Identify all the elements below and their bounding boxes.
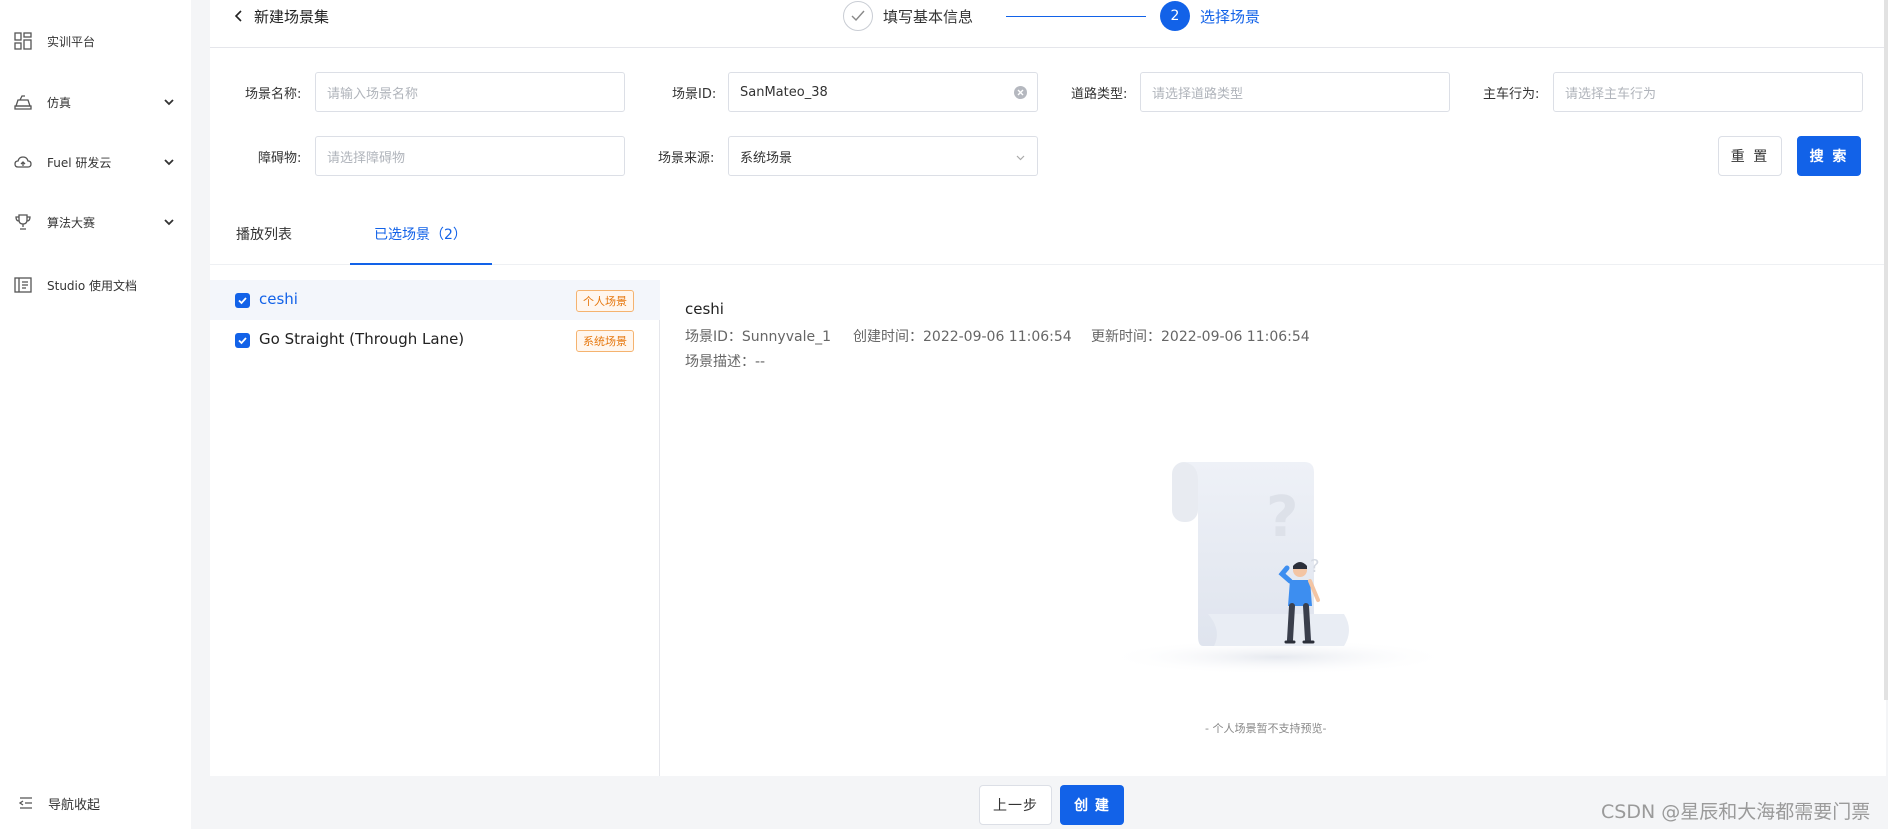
scene-name-label: 场景名称: — [245, 87, 302, 102]
scene-source-value: 系统场景 — [740, 150, 793, 166]
clear-icon[interactable] — [1014, 86, 1027, 99]
checkbox[interactable] — [235, 293, 250, 308]
step-2-marker: 2 — [1160, 1, 1190, 31]
selected-scene-list: ceshi 个人场景 Go Straight (Through Lane) 系统… — [210, 280, 660, 776]
scene-source-select[interactable]: 系统场景 — [728, 136, 1038, 176]
main-panel: 新建场景集 填写基本信息 2 选择场景 场景名称: 请输入场景名称 场景ID: … — [210, 0, 1886, 776]
tab-playlist[interactable]: 播放列表 — [236, 224, 292, 244]
watermark: CSDN @星辰和大海都需要门票 — [1601, 801, 1871, 823]
chevron-down-icon — [164, 99, 174, 106]
scene-name-input[interactable]: 请输入场景名称 — [315, 72, 625, 112]
chevron-down-icon — [164, 219, 174, 226]
step-1-label: 填写基本信息 — [883, 8, 974, 26]
tab-active-indicator — [350, 263, 492, 265]
sidebar-item-label: Studio 使用文档 — [47, 278, 138, 293]
sidebar-item-contest[interactable]: 算法大赛 — [0, 202, 191, 242]
checkbox[interactable] — [235, 333, 250, 348]
list-item[interactable]: ceshi 个人场景 — [210, 280, 660, 320]
document-icon — [14, 277, 32, 293]
sidebar-item-label: Fuel 研发云 — [47, 155, 112, 170]
search-button[interactable]: 搜 索 — [1797, 136, 1861, 176]
prev-step-button[interactable]: 上一步 — [979, 785, 1052, 825]
scene-name: Go Straight (Through Lane) — [259, 330, 465, 348]
detail-description: 场景描述：-- — [685, 354, 766, 370]
detail-created-time: 创建时间：2022-09-06 11:06:54 — [853, 329, 1072, 345]
list-item[interactable]: Go Straight (Through Lane) 系统场景 — [210, 320, 660, 360]
collapse-menu-icon — [18, 797, 32, 809]
empty-state-text: - 个人场景暂不支持预览- — [1205, 722, 1327, 735]
sidebar-item-simulation[interactable]: 仿真 — [0, 82, 191, 122]
road-type-select[interactable]: 请选择道路类型 — [1140, 72, 1450, 112]
back-button[interactable]: 新建场景集 — [232, 4, 329, 28]
tab-selected-scenes[interactable]: 已选场景（2） — [374, 224, 467, 244]
scene-type-tag: 系统场景 — [576, 330, 634, 352]
detail-updated-time: 更新时间：2022-09-06 11:06:54 — [1091, 329, 1310, 345]
page-header: 新建场景集 填写基本信息 2 选择场景 — [210, 0, 1886, 48]
scene-id-label: 场景ID: — [672, 87, 717, 102]
trophy-icon — [15, 214, 31, 230]
ego-behavior-label: 主车行为: — [1483, 87, 1540, 102]
sidebar-item-label: 算法大赛 — [47, 215, 96, 230]
collapse-nav-button[interactable]: 导航收起 — [0, 783, 191, 823]
collapse-nav-label: 导航收起 — [48, 797, 101, 813]
scrollbar[interactable] — [1884, 0, 1888, 700]
step-connector — [1006, 16, 1146, 17]
chevron-down-icon — [164, 159, 174, 166]
svg-text:?: ? — [1310, 556, 1320, 577]
ego-behavior-select[interactable]: 请选择主车行为 — [1553, 72, 1863, 112]
sidebar-item-training[interactable]: 实训平台 — [0, 21, 191, 61]
sidebar-item-label: 实训平台 — [47, 34, 96, 49]
detail-scene-id: 场景ID：Sunnyvale_1 — [685, 329, 831, 345]
car-icon — [14, 95, 32, 110]
sidebar-item-docs[interactable]: Studio 使用文档 — [0, 265, 191, 305]
create-button[interactable]: 创 建 — [1060, 785, 1124, 825]
svg-text:?: ? — [1266, 485, 1298, 550]
sidebar: 实训平台 仿真 Fuel 研发云 算法大赛 Studio 使用文档 导航收起 — [0, 0, 191, 829]
scene-source-label: 场景来源: — [658, 151, 715, 166]
chevron-left-icon — [234, 10, 242, 22]
chevron-down-icon — [1016, 155, 1025, 161]
obstacle-label: 障碍物: — [258, 151, 302, 166]
page-title: 新建场景集 — [254, 7, 330, 26]
tabs: 播放列表 已选场景（2） — [210, 210, 1886, 265]
sidebar-item-label: 仿真 — [47, 95, 72, 110]
step-1-done-marker — [843, 1, 873, 31]
check-icon — [851, 10, 865, 22]
scene-name: ceshi — [259, 290, 298, 308]
scene-id-input[interactable]: SanMateo_38 — [728, 72, 1038, 112]
obstacle-select[interactable]: 请选择障碍物 — [315, 136, 625, 176]
sidebar-item-fuel[interactable]: Fuel 研发云 — [0, 142, 191, 182]
road-type-label: 道路类型: — [1071, 87, 1128, 102]
dashboard-icon — [14, 32, 32, 50]
step-2-label: 选择场景 — [1200, 8, 1261, 26]
cloud-icon — [14, 156, 32, 168]
scene-id-value: SanMateo_38 — [740, 84, 828, 100]
reset-button[interactable]: 重 置 — [1718, 136, 1782, 176]
empty-state-illustration: ? ? — [1103, 462, 1453, 675]
detail-title: ceshi — [685, 300, 724, 318]
scene-type-tag: 个人场景 — [576, 290, 634, 312]
